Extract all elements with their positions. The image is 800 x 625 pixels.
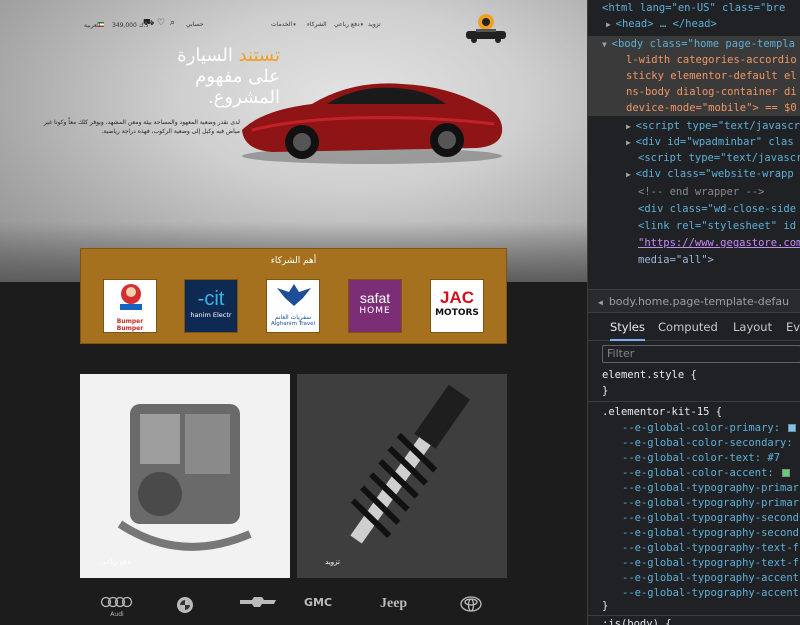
hero-car-image <box>242 83 503 164</box>
tab-event-listeners[interactable]: Eve <box>786 313 800 341</box>
hero-lead-text: لدى نقدر وضعية المعهود والمساحة بيئة ومع… <box>43 119 240 135</box>
dom-line-head[interactable]: ▶ <head> … </head> <box>606 16 717 32</box>
rule-divider-2 <box>588 615 800 616</box>
var-typo-primary-1[interactable]: --e-global-typography-primar <box>622 481 799 496</box>
partner-logo-safat-line2: HOME <box>359 306 391 316</box>
brand-jeep[interactable]: Jeep <box>380 596 407 612</box>
rule-close-2: } <box>602 600 609 612</box>
category-card-supply[interactable]: تزويد <box>297 374 507 578</box>
dom-line-script-1[interactable]: ▶ <script type="text/javascr <box>626 118 800 134</box>
brand-bmw[interactable] <box>176 596 194 617</box>
var-color-text[interactable]: --e-global-color-text: #7 <box>622 451 780 466</box>
styles-rules: element.style { } .elementor-kit-15 { --… <box>588 366 800 625</box>
dom-line-close-side[interactable]: <div class="wd-close-side <box>638 201 796 217</box>
partner-logo-xcite-line2: hanim Electr <box>190 311 232 319</box>
mascot-icon <box>120 284 142 310</box>
partner-logo-bumper-line2: Bumper <box>116 325 144 332</box>
partner-logo-safat[interactable]: safat HOME <box>348 279 402 333</box>
partner-logo-xcite[interactable]: -cit hanim Electr <box>184 279 238 333</box>
shock-absorber-image <box>297 374 507 578</box>
partner-logo-alghanim-line1: سفريات الغانم <box>274 314 312 321</box>
nav-item-partners[interactable]: الشركاء <box>307 21 327 28</box>
dom-line-body-3[interactable]: sticky elementor-default el <box>588 68 800 84</box>
eagle-icon <box>277 284 311 306</box>
top-navigation: تزويد دفع رباعي▾ الشركاء الخدمات▾ حسابي … <box>0 0 587 46</box>
brand-toyota[interactable] <box>460 596 482 615</box>
dom-line-media[interactable]: media="all"> <box>638 252 714 268</box>
partner-logo-bumper[interactable]: Bumper Bumper <box>103 279 157 333</box>
var-typo-secondary-1[interactable]: --e-global-typography-second <box>622 511 799 526</box>
var-typo-text-1[interactable]: --e-global-typography-text-f <box>622 541 799 556</box>
breadcrumb[interactable]: ◀ body.home.page-template-defau <box>588 289 800 313</box>
audi-rings-icon <box>100 596 133 608</box>
partner-logo-jac-line2: MOTORS <box>435 308 479 318</box>
language-switcher[interactable]: العربية <box>84 22 100 29</box>
bmw-icon <box>177 597 193 613</box>
nav-item-account[interactable]: حسابي <box>186 21 204 28</box>
engine-image <box>80 374 290 578</box>
dom-line-body-5[interactable]: device-mode="mobile"> == $0 <box>588 100 800 116</box>
dom-line-wrapper[interactable]: ▶ <div class="website-wrapp <box>626 166 794 182</box>
partner-logo-jac-line1: JAC <box>439 288 474 307</box>
brand-audi[interactable]: Audi <box>100 596 134 618</box>
dom-line-adminbar[interactable]: ▶ <div id="wpadminbar" clas <box>626 134 794 150</box>
partner-logo-alghanim[interactable]: سفريات الغانم Alghanim Travel <box>266 279 320 333</box>
tab-computed[interactable]: Computed <box>658 313 718 341</box>
partner-logo-safat-line1: safat <box>359 290 391 306</box>
dom-line-body-4[interactable]: ns-body dialog-container di <box>588 84 800 100</box>
brand-chevrolet[interactable] <box>238 596 278 611</box>
dom-line-body[interactable]: ▼ <body class="home page-templa <box>588 36 800 52</box>
partner-logo-bumper-line1: Bumper <box>116 318 144 325</box>
chevrolet-bowtie-icon <box>240 597 276 607</box>
heart-icon[interactable]: ♡ <box>157 18 165 28</box>
rule-element-style[interactable]: element.style { <box>602 368 697 383</box>
nav-item-services[interactable]: الخدمات▾ <box>271 21 296 28</box>
styles-filter-input[interactable]: Filter <box>602 345 800 363</box>
brand-audi-text: Audi <box>110 611 124 618</box>
partner-logo-alghanim-line2: Alghanim Travel <box>270 321 316 327</box>
dom-line-script-2[interactable]: <script type="text/javascr <box>638 150 800 166</box>
headline-rest: السيارة <box>177 45 233 66</box>
color-swatch-accent[interactable] <box>782 469 791 477</box>
rule-elementor-kit[interactable]: .elementor-kit-15 { <box>602 405 722 420</box>
rule-is-body[interactable]: :is(body) { <box>602 617 672 625</box>
var-typo-text-2[interactable]: --e-global-typography-text-f <box>622 556 799 571</box>
var-typo-accent-1[interactable]: --e-global-typography-accent <box>622 571 799 586</box>
var-color-secondary[interactable]: --e-global-color-secondary: <box>622 436 793 451</box>
var-color-accent[interactable]: --e-global-color-accent: <box>622 466 792 481</box>
partner-logo-xcite-line1: -cit <box>197 288 225 310</box>
nav-item-4wd[interactable]: دفع رباعي▾ <box>334 21 363 28</box>
devtools-panel: <html lang="en-US" class="bre ▶ <head> …… <box>587 0 800 625</box>
dom-tree: <html lang="en-US" class="bre ▶ <head> …… <box>588 0 800 272</box>
tab-layout[interactable]: Layout <box>733 313 772 341</box>
dom-line-body-2[interactable]: l-width categories-accordio <box>588 52 800 68</box>
color-swatch-primary[interactable] <box>788 424 797 432</box>
dom-line-href[interactable]: "https://www.gegastore.com <box>638 235 800 251</box>
partner-logo-jac[interactable]: JAC MOTORS <box>430 279 484 333</box>
rule-close-1: } <box>602 385 609 397</box>
category-label-4wd: دفع رباعي <box>100 558 130 566</box>
devtools-tabs: Styles Computed Layout Eve <box>588 313 800 341</box>
site-logo[interactable] <box>462 13 510 43</box>
rule-divider <box>588 401 800 402</box>
category-label-supply: تزويد <box>325 558 340 566</box>
website-viewport: تزويد دفع رباعي▾ الشركاء الخدمات▾ حسابي … <box>0 0 587 625</box>
var-typo-accent-2[interactable]: --e-global-typography-accent <box>622 586 799 601</box>
toyota-icon <box>460 596 482 612</box>
tab-styles[interactable]: Styles <box>610 313 645 341</box>
dom-line-html[interactable]: <html lang="en-US" class="bre <box>602 0 785 16</box>
var-typo-primary-2[interactable]: --e-global-typography-primar <box>622 496 799 511</box>
dom-line-link[interactable]: <link rel="stylesheet" id <box>638 218 796 234</box>
brand-gmc[interactable]: GMC <box>304 596 332 609</box>
dom-line-comment[interactable]: <!-- end wrapper --> <box>638 184 764 200</box>
partners-panel: أهم الشركاء JAC MOTORS safat HOME سفريات… <box>80 248 507 344</box>
cart-amount[interactable]: 349,000 د.ك <box>112 22 148 29</box>
partners-title: أهم الشركاء <box>270 256 317 266</box>
var-typo-secondary-2[interactable]: --e-global-typography-second <box>622 526 799 541</box>
search-icon[interactable]: ⌕ <box>170 18 175 28</box>
nav-item-supply[interactable]: تزويد <box>368 21 381 28</box>
category-card-4wd[interactable]: دفع رباعي <box>80 374 290 578</box>
var-color-primary[interactable]: --e-global-color-primary: <box>622 421 798 436</box>
